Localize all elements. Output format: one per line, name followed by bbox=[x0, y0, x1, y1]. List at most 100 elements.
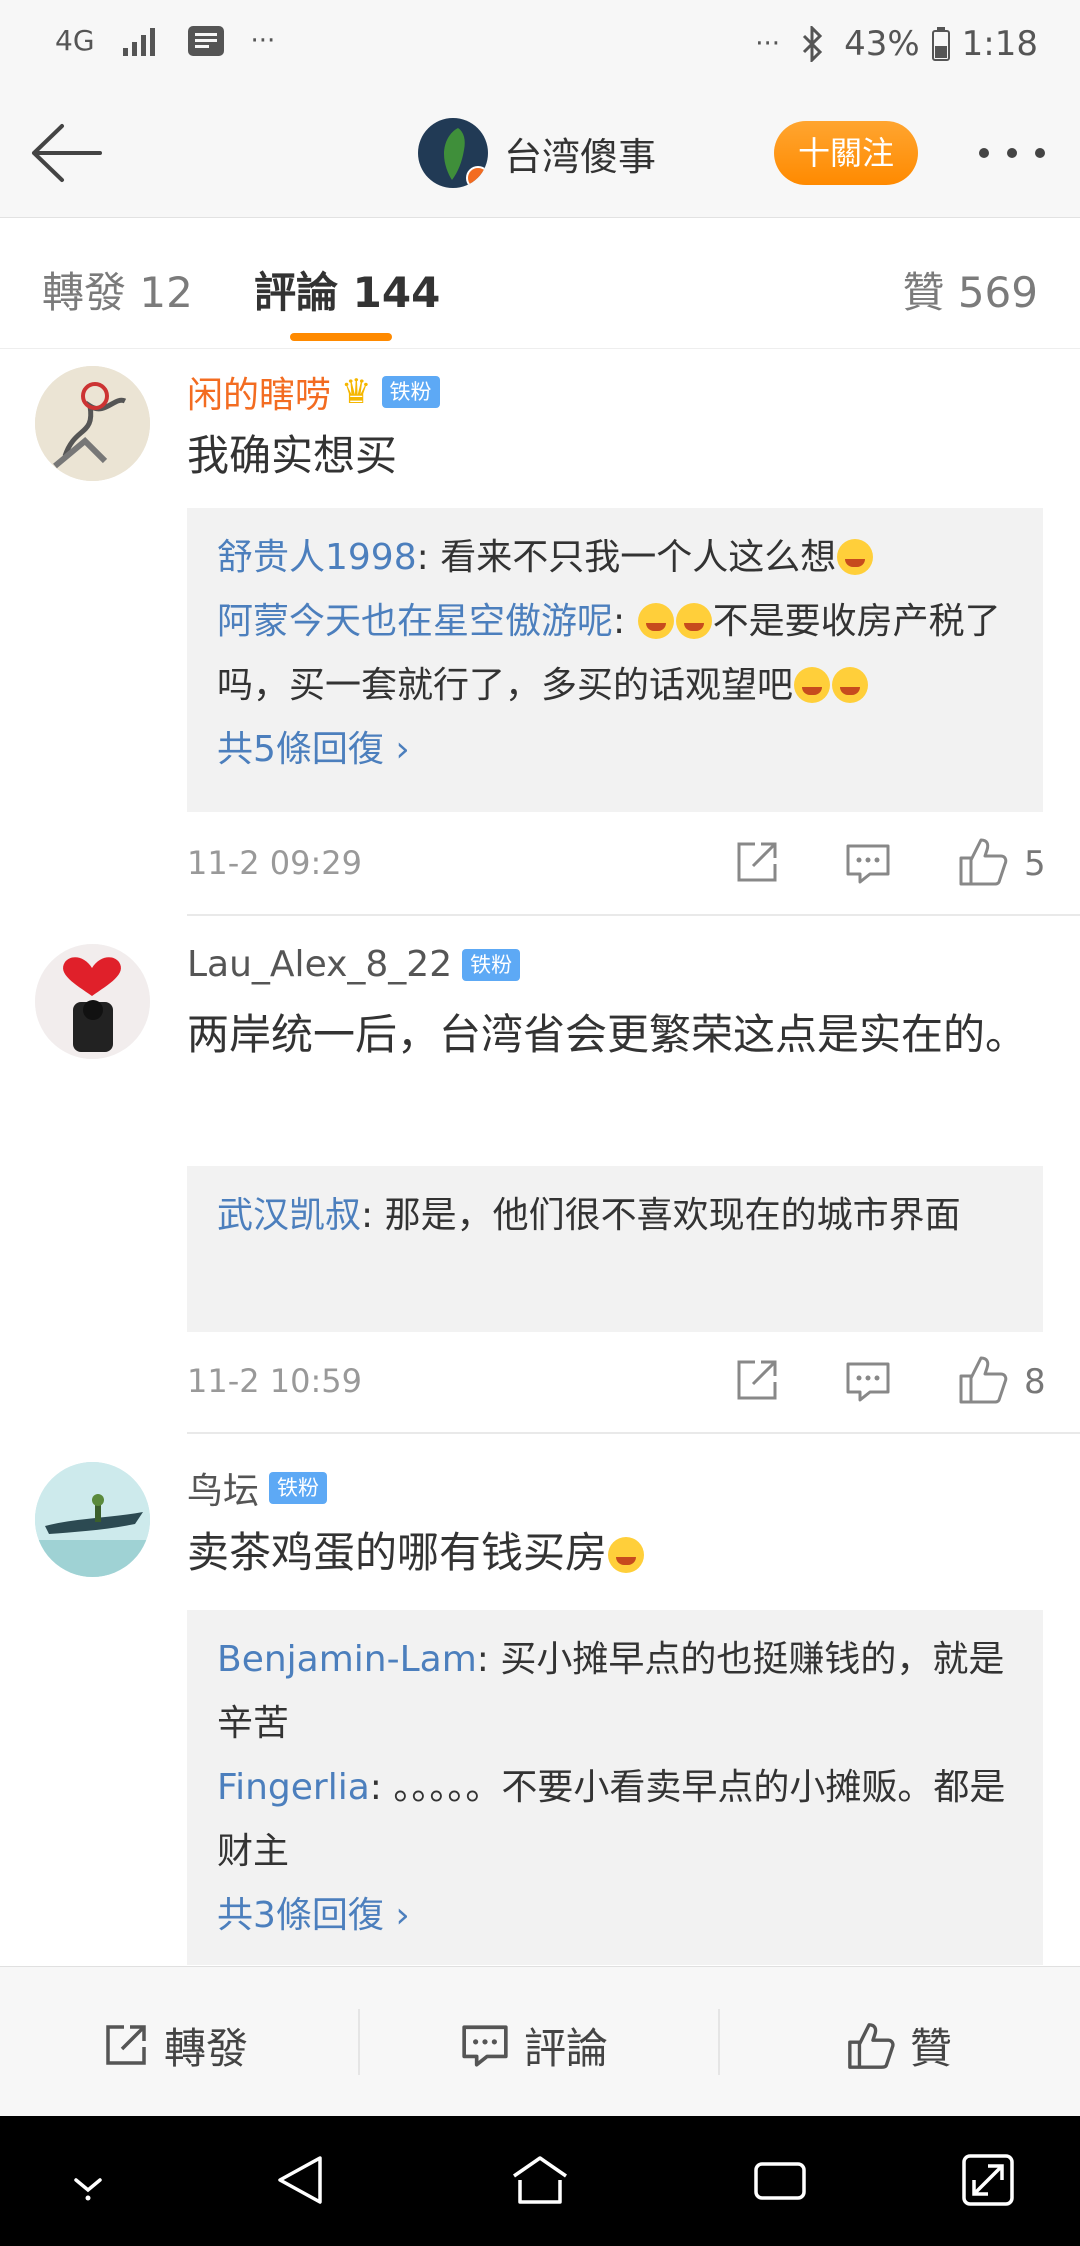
reply-item: 舒贵人1998: 看来不只我一个人这么想 bbox=[217, 526, 1013, 590]
tab-reposts[interactable]: 轉發 12 bbox=[42, 259, 193, 320]
follow-button[interactable]: 十關注 bbox=[774, 121, 918, 185]
avatar-ink-art-icon bbox=[35, 366, 150, 481]
nav-recents-button[interactable] bbox=[750, 2150, 810, 2210]
reply-text: : 看来不只我一个人这么想 bbox=[416, 537, 837, 578]
comment-list[interactable]: 闲的瞎唠 ♛ 铁粉 我确实想买 舒贵人1998: 看来不只我一个人这么想 阿蒙今… bbox=[0, 350, 1080, 1965]
nav-back-button[interactable] bbox=[270, 2150, 330, 2210]
reply-username[interactable]: 阿蒙今天也在星空傲游呢 bbox=[217, 601, 613, 642]
bluetooth-icon bbox=[803, 26, 823, 62]
reply-item: Fingerlia: 。。。。。不要小看卖早点的小摊贩。都是财主 bbox=[217, 1756, 1013, 1884]
rotate-screen-button[interactable] bbox=[958, 2150, 1018, 2210]
view-more-replies-link[interactable]: 共3條回復 › bbox=[217, 1884, 1013, 1948]
comment-actions: 11-2 10:59 8 bbox=[187, 1352, 1080, 1412]
share-button[interactable] bbox=[731, 1356, 781, 1406]
comment-timestamp: 11-2 09:29 bbox=[187, 844, 363, 882]
avatar[interactable] bbox=[35, 366, 150, 481]
share-icon bbox=[737, 1360, 777, 1400]
reply-username[interactable]: 舒贵人1998 bbox=[217, 537, 417, 578]
comment-header: 鸟坛 铁粉 bbox=[187, 1462, 328, 1514]
clock: 1:18 bbox=[961, 24, 1038, 64]
fan-badge: 铁粉 bbox=[462, 948, 521, 981]
username[interactable]: 闲的瞎唠 bbox=[187, 366, 331, 418]
username[interactable]: Lau_Alex_8_22 bbox=[187, 944, 452, 985]
reply-username[interactable]: Benjamin-Lam bbox=[217, 1639, 477, 1680]
tab-likes[interactable]: 贊 569 bbox=[902, 259, 1038, 320]
repost-label: 轉發 bbox=[164, 2024, 249, 2073]
share-icon bbox=[737, 842, 777, 882]
expand-icon bbox=[962, 2154, 1014, 2206]
avatar[interactable] bbox=[35, 1462, 150, 1577]
recents-icon bbox=[754, 2162, 806, 2200]
comment-divider bbox=[187, 1432, 1080, 1434]
comment-label: 評論 bbox=[524, 2024, 609, 2073]
like-button[interactable] bbox=[957, 1354, 1009, 1406]
triangle-back-icon bbox=[278, 2156, 322, 2204]
comment-icon bbox=[846, 844, 890, 884]
reply-box[interactable]: 武汉凯叔: 那是，他们很不喜欢现在的城市界面 bbox=[187, 1166, 1043, 1332]
comment-actions: 11-2 09:29 5 bbox=[187, 834, 1080, 894]
reply-box[interactable]: Benjamin-Lam: 买小摊早点的也挺赚钱的，就是辛苦 Fingerlia… bbox=[187, 1610, 1043, 1965]
reply-username[interactable]: 武汉凯叔 bbox=[217, 1195, 361, 1236]
yum-emoji-icon bbox=[675, 603, 712, 639]
tab-comments[interactable]: 評論 144 bbox=[254, 259, 440, 320]
yum-emoji-icon bbox=[637, 603, 674, 639]
thumbs-up-icon bbox=[959, 838, 1008, 886]
comment-header: 闲的瞎唠 ♛ 铁粉 bbox=[187, 366, 440, 418]
comment-text: 两岸统一后，台湾省会更繁荣这点是实在的。 bbox=[187, 1010, 1028, 1059]
reply-button[interactable] bbox=[844, 840, 892, 888]
avatar-heart-icon bbox=[35, 944, 150, 1059]
comment-divider bbox=[187, 914, 1080, 916]
bar-separator bbox=[358, 2009, 360, 2075]
repost-button[interactable]: 轉發 bbox=[100, 2015, 248, 2076]
network-indicator: 4G bbox=[55, 24, 95, 57]
status-bar: 4G ··· ··· 43% 1:18 bbox=[0, 0, 1080, 90]
battery-icon bbox=[931, 27, 950, 61]
comment-text: 我确实想买 bbox=[187, 431, 398, 480]
avatar[interactable] bbox=[35, 944, 150, 1059]
account-name[interactable]: 台湾傻事 bbox=[504, 126, 656, 181]
reply-item: 阿蒙今天也在星空傲游呢: 不是要收房产税了吗，买一套就行了，多买的话观望吧 bbox=[217, 590, 1013, 718]
reply-box[interactable]: 舒贵人1998: 看来不只我一个人这么想 阿蒙今天也在星空傲游呢: 不是要收房产… bbox=[187, 508, 1043, 812]
reply-item: 武汉凯叔: 那是，他们很不喜欢现在的城市界面 bbox=[217, 1184, 1013, 1248]
thumbs-up-icon bbox=[848, 2022, 895, 2069]
signal-icon bbox=[122, 27, 155, 56]
status-overflow-left: ··· bbox=[250, 25, 276, 56]
verified-badge bbox=[466, 166, 488, 188]
more-options-button[interactable] bbox=[974, 140, 1050, 166]
tab-bar: 轉發 12 評論 144 贊 569 bbox=[0, 219, 1080, 349]
comment-button[interactable]: 評論 bbox=[460, 2015, 608, 2076]
avatar-pagoda-icon bbox=[35, 1462, 150, 1577]
like-count: 5 bbox=[1024, 844, 1046, 884]
yum-emoji-icon bbox=[794, 667, 831, 703]
share-button[interactable] bbox=[731, 838, 781, 888]
username[interactable]: 鸟坛 bbox=[187, 1462, 259, 1514]
message-icon bbox=[187, 25, 224, 56]
fan-badge: 铁粉 bbox=[381, 376, 440, 408]
system-navigation-bar bbox=[0, 2116, 1080, 2246]
account-header[interactable]: 台湾傻事 bbox=[418, 118, 656, 188]
active-tab-indicator bbox=[290, 333, 392, 341]
home-icon bbox=[513, 2156, 567, 2204]
back-button[interactable] bbox=[28, 120, 104, 186]
chevron-down-icon bbox=[74, 2178, 102, 2201]
app-screen: { "status_bar":{"network":"4G","battery"… bbox=[0, 0, 1080, 2246]
more-dots-icon bbox=[979, 148, 1045, 158]
bottom-action-bar: 轉發 評論 贊 bbox=[0, 1966, 1080, 2116]
comment-header: Lau_Alex_8_22 铁粉 bbox=[187, 944, 521, 985]
battery-percent: 43% bbox=[844, 24, 920, 64]
reply-username[interactable]: Fingerlia bbox=[217, 1767, 370, 1808]
reply-text-prefix: : bbox=[613, 601, 637, 642]
like-label: 贊 bbox=[910, 2024, 953, 2073]
account-avatar[interactable] bbox=[418, 118, 488, 188]
reply-item: Benjamin-Lam: 买小摊早点的也挺赚钱的，就是辛苦 bbox=[217, 1628, 1013, 1756]
like-button[interactable] bbox=[957, 836, 1009, 888]
like-post-button[interactable]: 贊 bbox=[846, 2015, 952, 2076]
nav-home-button[interactable] bbox=[510, 2150, 570, 2210]
like-count: 8 bbox=[1024, 1362, 1046, 1402]
reply-button[interactable] bbox=[844, 1358, 892, 1406]
view-more-replies-link[interactable]: 共5條回復 › bbox=[217, 718, 1013, 782]
share-icon bbox=[106, 2024, 146, 2065]
hide-keyboard-button[interactable] bbox=[58, 2150, 118, 2210]
comment-timestamp: 11-2 10:59 bbox=[187, 1362, 363, 1400]
reply-text: : 那是，他们很不喜欢现在的城市界面 bbox=[361, 1195, 961, 1236]
